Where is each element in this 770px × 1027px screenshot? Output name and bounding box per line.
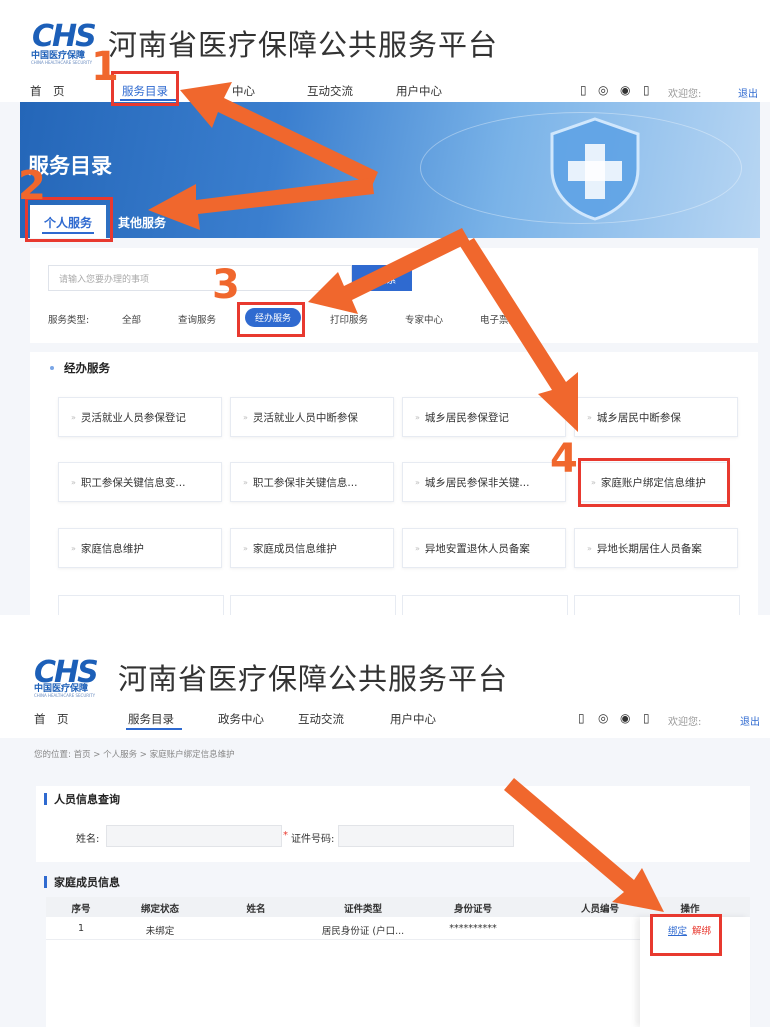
arrow-icon	[148, 178, 374, 230]
annotation-arrows	[148, 82, 578, 432]
screenshot-gap	[0, 615, 770, 640]
arrow-icon	[460, 238, 578, 432]
bottom-screenshot: CHS 中国医疗保障 CHINA HEALTHCARE SECURITY 河南省…	[0, 640, 770, 1027]
arrow-icon	[308, 228, 470, 314]
arrow-icon	[180, 82, 378, 186]
top-screenshot: CHS 中国医疗保障 CHINA HEALTHCARE SECURITY 河南省…	[0, 0, 770, 616]
arrow-icon	[504, 778, 664, 912]
annotation-arrows	[504, 778, 664, 912]
